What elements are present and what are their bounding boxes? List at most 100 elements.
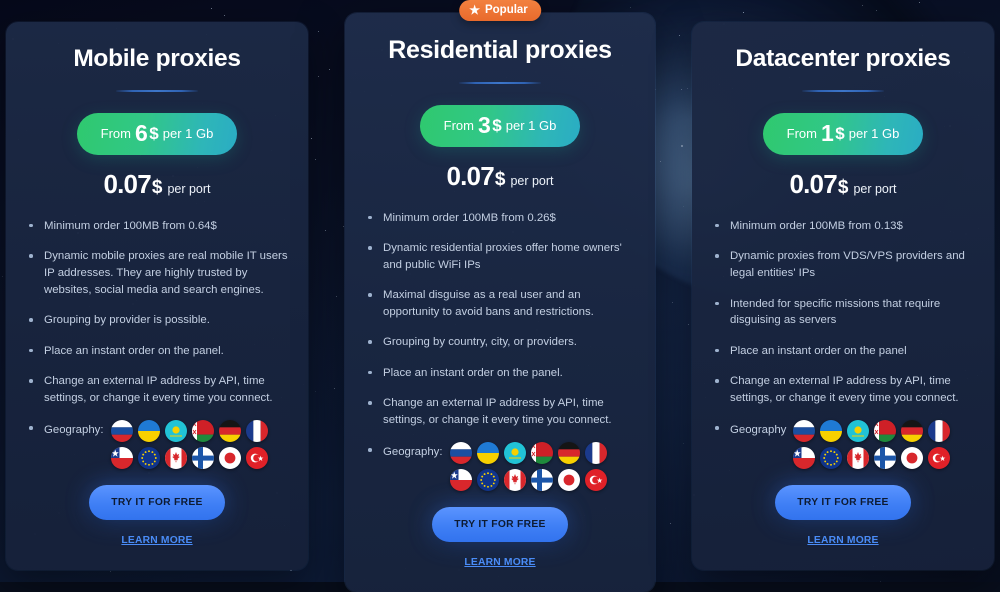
feature-item: Grouping by country, city, or providers.: [363, 334, 637, 351]
learn-more-link[interactable]: LEARN MORE: [121, 535, 192, 546]
flag-ukraine-icon: [820, 420, 843, 443]
per-port-amount: 0.07: [446, 160, 494, 191]
flag-turkey-icon: [928, 447, 951, 470]
card-title: Datacenter proxies: [735, 45, 951, 72]
flag-list: [449, 442, 610, 492]
flag-russia-icon: [793, 420, 816, 443]
feature-item: Change an external IP address by API, ti…: [710, 373, 976, 406]
price-from-label: From: [100, 126, 131, 142]
feature-list: Minimum order 100MB from 0.64$ Dynamic mo…: [24, 218, 290, 470]
feature-text: Place an instant order on the panel: [730, 344, 907, 357]
flag-canada-icon: [847, 447, 870, 470]
flag-canada-icon: [503, 469, 526, 492]
feature-item: Intended for specific missions that requ…: [710, 296, 976, 329]
feature-text: Grouping by provider is possible.: [44, 314, 210, 327]
flag-ukraine-icon: [137, 420, 160, 443]
price-currency: $: [149, 123, 159, 143]
flag-france-icon: [584, 442, 607, 465]
pricing-cards-container: Mobile proxies From 6 $ per 1 Gb 0.07 $ per por…: [0, 0, 1000, 592]
feature-item: Dynamic mobile proxies are real mobile I…: [24, 248, 290, 298]
title-divider: [116, 89, 198, 92]
feature-item: Minimum order 100MB from 0.13$: [710, 218, 976, 235]
feature-item: Dynamic residential proxies offer home o…: [363, 240, 637, 273]
feature-text: Grouping by country, city, or providers.: [383, 336, 577, 349]
feature-text: Dynamic proxies from VDS/VPS providers a…: [730, 250, 965, 279]
feature-list: Minimum order 100MB from 0.13$ Dynamic pr…: [710, 218, 976, 470]
feature-item: Minimum order 100MB from 0.26$: [363, 210, 637, 227]
title-divider: [802, 89, 884, 92]
learn-more-link[interactable]: LEARN MORE: [464, 557, 535, 568]
flag-russia-icon: [110, 420, 133, 443]
feature-item: Maximal disguise as a real user and an o…: [363, 287, 637, 320]
per-port-price: 0.07 $ per port: [710, 169, 976, 200]
flag-turkey-icon: [245, 447, 268, 470]
flag-european-union-icon: [820, 447, 843, 470]
feature-list: Minimum order 100MB from 0.26$ Dynamic re…: [363, 210, 637, 492]
flag-japan-icon: [557, 469, 580, 492]
price-currency: $: [492, 115, 502, 135]
per-port-label: per port: [853, 181, 897, 196]
feature-text: Minimum order 100MB from 0.26$: [383, 211, 556, 224]
feature-item: Place an instant order on the panel: [710, 343, 976, 360]
feature-item: Change an external IP address by API, ti…: [363, 395, 637, 428]
card-title: Mobile proxies: [73, 45, 241, 72]
price-unit: per 1 Gb: [848, 126, 900, 142]
feature-text: Change an external IP address by API, ti…: [383, 397, 612, 426]
flag-chile-icon: [449, 469, 472, 492]
feature-text: Change an external IP address by API, ti…: [730, 375, 959, 404]
try-it-for-free-button[interactable]: TRY IT FOR FREE: [775, 485, 911, 521]
flag-kazakhstan-icon: [164, 420, 187, 443]
flag-france-icon: [245, 420, 268, 443]
popular-badge: ★ Popular: [459, 0, 541, 21]
per-port-price: 0.07 $ per port: [363, 161, 637, 192]
price-unit: per 1 Gb: [505, 118, 557, 133]
flag-chile-icon: [110, 447, 133, 470]
flag-germany-icon: [901, 420, 924, 443]
feature-text: Minimum order 100MB from 0.64$: [44, 219, 217, 232]
try-it-for-free-button[interactable]: TRY IT FOR FREE: [89, 485, 225, 521]
flag-germany-icon: [557, 442, 580, 465]
flag-japan-icon: [901, 447, 924, 470]
title-divider: [459, 81, 541, 84]
price-from-label: From: [443, 118, 474, 133]
learn-more-link[interactable]: LEARN MORE: [807, 535, 878, 546]
per-port-label: per port: [167, 181, 211, 196]
flag-kazakhstan-icon: [847, 420, 870, 443]
try-it-for-free-button[interactable]: TRY IT FOR FREE: [432, 507, 568, 543]
geography-item: Geography: [710, 420, 976, 470]
star-icon: ★: [469, 3, 480, 17]
feature-text: Place an instant order on the panel.: [383, 366, 563, 379]
flag-japan-icon: [218, 447, 241, 470]
flag-list: [110, 420, 271, 470]
feature-item: Minimum order 100MB from 0.64$: [24, 218, 290, 235]
flag-turkey-icon: [584, 469, 607, 492]
price-from-label: From: [786, 126, 817, 142]
pricing-card-residential-proxies[interactable]: ★ Popular Residential proxies From 3 $ per 1 G…: [345, 0, 655, 592]
feature-item: Place an instant order on the panel.: [363, 365, 637, 382]
feature-item: Change an external IP address by API, ti…: [24, 373, 290, 406]
feature-text: Dynamic mobile proxies are real mobile I…: [44, 250, 288, 296]
feature-item: Grouping by provider is possible.: [24, 312, 290, 329]
flag-european-union-icon: [137, 447, 160, 470]
feature-text: Dynamic residential proxies offer home o…: [383, 242, 622, 271]
popular-badge-label: Popular: [484, 4, 528, 16]
per-port-label: per port: [510, 173, 554, 188]
card-title: Residential proxies: [388, 36, 612, 64]
flag-european-union-icon: [476, 469, 499, 492]
flag-belarus-icon: [530, 442, 553, 465]
cta-container: TRY IT FOR FREE LEARN MORE: [24, 485, 290, 548]
flag-canada-icon: [164, 447, 187, 470]
flag-list: [793, 420, 953, 470]
flag-chile-icon: [793, 447, 816, 470]
pricing-card-datacenter-proxies[interactable]: Datacenter proxies From 1 $ per 1 Gb 0.07 $ per…: [692, 22, 994, 571]
feature-text: Place an instant order on the panel.: [44, 344, 224, 357]
flag-belarus-icon: [874, 420, 897, 443]
feature-text: Maximal disguise as a real user and an o…: [383, 289, 594, 318]
pricing-card-mobile-proxies[interactable]: Mobile proxies From 6 $ per 1 Gb 0.07 $ per por…: [6, 22, 308, 571]
geography-label: Geography:: [383, 446, 443, 459]
per-port-currency: $: [494, 168, 506, 190]
geography-item: Geography:: [363, 442, 637, 492]
geography-label: Geography: [730, 424, 787, 437]
feature-item: Place an instant order on the panel.: [24, 343, 290, 360]
per-port-price: 0.07 $ per port: [24, 169, 290, 200]
